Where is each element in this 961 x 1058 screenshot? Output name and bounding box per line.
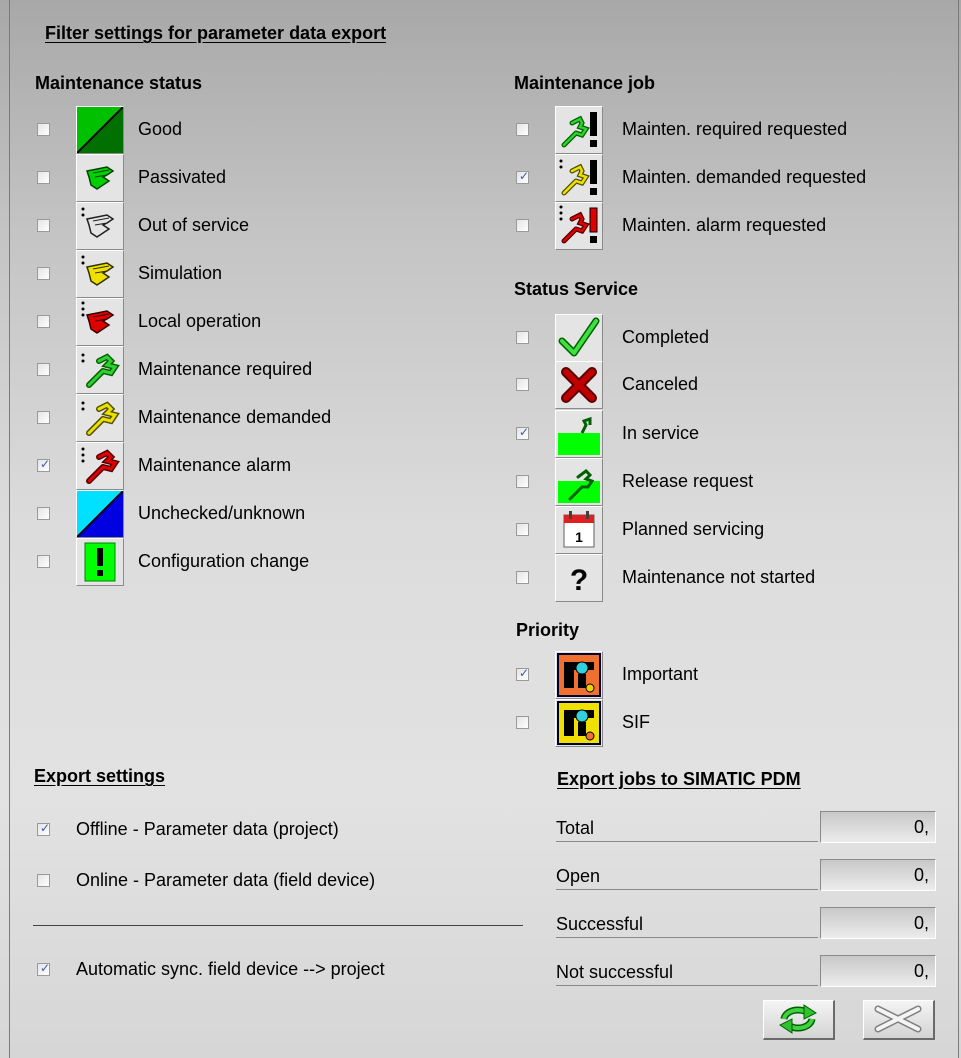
label-mainten-demanded-requested: Mainten. demanded requested (622, 167, 867, 187)
label-offline-parameter-data: Offline - Parameter data (project) (76, 819, 339, 839)
cross-icon (555, 361, 603, 409)
checkbox-out-of-service[interactable]: ✓ (37, 219, 50, 232)
label-important: Important (622, 664, 699, 684)
label-mainten-required-requested: Mainten. required requested (622, 119, 848, 139)
label-out-of-service: Out of service (138, 215, 250, 235)
wrench-yellow-exclamation-icon (555, 154, 603, 202)
simulation-hand-icon (76, 250, 124, 298)
checkbox-mainten-alarm-requested[interactable]: ✓ (516, 219, 529, 232)
label-configuration-change: Configuration change (138, 551, 310, 571)
label-unchecked-unknown: Unchecked/unknown (138, 503, 306, 523)
counter-value-successful: 0, (820, 907, 936, 939)
divider (33, 925, 523, 926)
wrench-red-icon (76, 442, 124, 490)
checkbox-mainten-demanded-requested[interactable]: ✓ (516, 169, 529, 184)
counter-label-open: Open (556, 866, 818, 890)
checkbox-maintenance-not-started[interactable]: ✓ (516, 571, 529, 584)
priority-heading: Priority (516, 620, 580, 640)
passivated-hand-icon (76, 154, 124, 202)
export-jobs-heading: Export jobs to SIMATIC PDM (557, 769, 801, 789)
checkbox-auto-sync[interactable]: ✓ (37, 961, 50, 976)
checkbox-release-request[interactable]: ✓ (516, 475, 529, 488)
label-auto-sync: Automatic sync. field device --> project (76, 959, 385, 979)
counter-value-not-successful: 0, (820, 955, 936, 987)
checkbox-canceled[interactable]: ✓ (516, 378, 529, 391)
out-of-service-hand-icon (76, 202, 124, 250)
label-in-service: In service (622, 423, 700, 443)
counter-label-total: Total (556, 818, 818, 842)
checkbox-sif[interactable]: ✓ (516, 716, 529, 729)
checkbox-good[interactable]: ✓ (37, 123, 50, 136)
close-button[interactable] (863, 1000, 935, 1040)
checkbox-important[interactable]: ✓ (516, 666, 529, 681)
label-good: Good (138, 119, 183, 139)
checkbox-offline-parameter-data[interactable]: ✓ (37, 821, 50, 836)
maintenance-status-heading: Maintenance status (35, 73, 203, 93)
label-maintenance-required: Maintenance required (138, 359, 313, 379)
wrench-yellow-icon (76, 394, 124, 442)
priority-important-icon (555, 651, 603, 699)
label-passivated: Passivated (138, 167, 227, 187)
priority-sif-icon (555, 699, 603, 747)
counter-value-open: 0, (820, 859, 936, 891)
label-mainten-alarm-requested: Mainten. alarm requested (622, 215, 827, 235)
label-completed: Completed (622, 327, 710, 347)
counter-value-total: 0, (820, 811, 936, 843)
label-planned-servicing: Planned servicing (622, 519, 765, 539)
close-x-icon (874, 1005, 922, 1033)
maintenance-job-heading: Maintenance job (514, 73, 656, 93)
unchecked-unknown-icon (76, 490, 124, 538)
checkbox-planned-servicing[interactable]: ✓ (516, 523, 529, 536)
wrench-green-exclamation-icon (555, 106, 603, 154)
refresh-arrows-icon (779, 1004, 817, 1034)
checkbox-mainten-required-requested[interactable]: ✓ (516, 123, 529, 136)
label-sif: SIF (622, 712, 651, 732)
label-simulation: Simulation (138, 263, 223, 283)
refresh-button[interactable] (763, 1000, 835, 1040)
checkbox-maintenance-alarm[interactable]: ✓ (37, 457, 50, 472)
label-local-operation: Local operation (138, 311, 262, 331)
wrench-red-exclamation-icon (555, 202, 603, 250)
label-release-request: Release request (622, 471, 754, 491)
checkbox-maintenance-required[interactable]: ✓ (37, 363, 50, 376)
wrench-green-icon (76, 346, 124, 394)
checkbox-completed[interactable]: ✓ (516, 331, 529, 344)
checkbox-unchecked-unknown[interactable]: ✓ (37, 507, 50, 520)
question-mark-icon: ? (555, 554, 603, 602)
checkbox-simulation[interactable]: ✓ (37, 267, 50, 280)
svg-text:1: 1 (575, 529, 583, 545)
label-maintenance-demanded: Maintenance demanded (138, 407, 332, 427)
good-icon (76, 106, 124, 154)
checkbox-online-parameter-data[interactable]: ✓ (37, 874, 50, 887)
local-operation-hand-icon (76, 298, 124, 346)
counter-label-not-successful: Not successful (556, 962, 818, 986)
page-title: Filter settings for parameter data expor… (45, 23, 387, 43)
checkbox-configuration-change[interactable]: ✓ (37, 555, 50, 568)
label-canceled: Canceled (622, 374, 699, 394)
checkmark-icon (555, 314, 603, 362)
checkbox-local-operation[interactable]: ✓ (37, 315, 50, 328)
dialog-frame (9, 0, 959, 1058)
release-request-icon (555, 458, 603, 506)
checkbox-maintenance-demanded[interactable]: ✓ (37, 411, 50, 424)
label-online-parameter-data: Online - Parameter data (field device) (76, 870, 376, 890)
status-service-heading: Status Service (514, 279, 639, 299)
counter-label-successful: Successful (556, 914, 818, 938)
label-maintenance-alarm: Maintenance alarm (138, 455, 292, 475)
configuration-change-icon (76, 538, 124, 586)
label-maintenance-not-started: Maintenance not started (622, 567, 816, 587)
in-service-icon (555, 410, 603, 458)
svg-text:?: ? (570, 564, 588, 597)
checkbox-in-service[interactable]: ✓ (516, 425, 529, 440)
export-settings-heading: Export settings (34, 766, 166, 786)
calendar-icon: 1 (555, 506, 603, 554)
checkbox-passivated[interactable]: ✓ (37, 171, 50, 184)
